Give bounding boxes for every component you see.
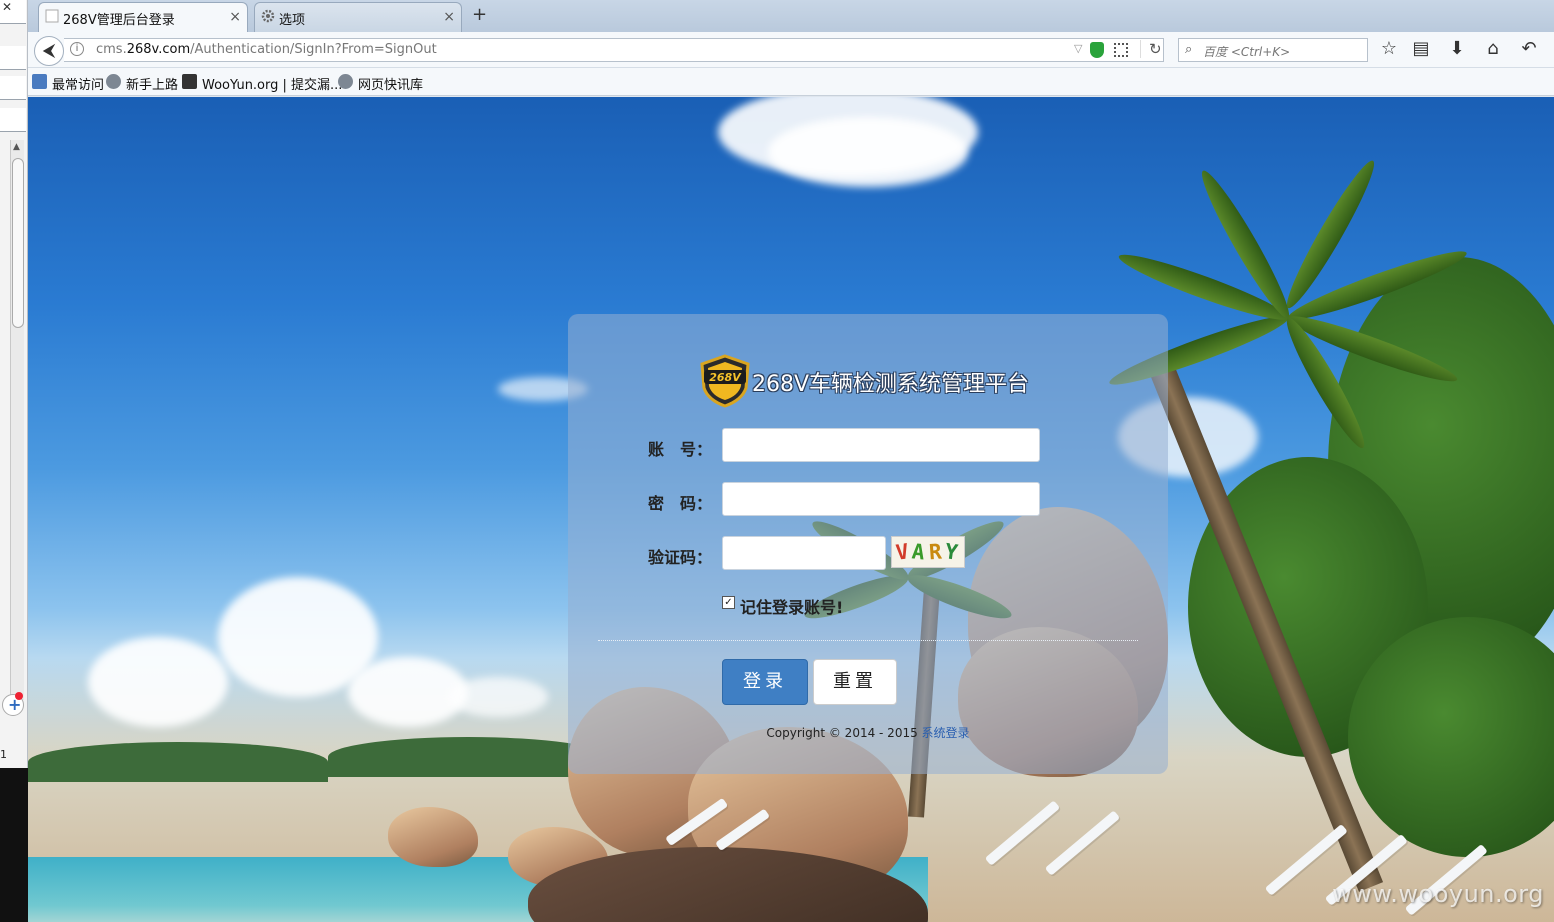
shield-icon[interactable] [1090,42,1104,58]
captcha-input[interactable] [722,536,886,570]
reading-list-icon[interactable]: ▤ [1410,38,1432,59]
cloud [448,677,548,717]
bookmarks-toolbar: 最常访问 新手上路 WooYun.org | 提交漏... 网页快讯库 [28,68,1554,96]
scrollbar-thumb[interactable] [12,158,24,328]
url-text[interactable]: cms.268v.com/Authentication/SignIn?From=… [96,42,437,57]
info-icon[interactable]: i [70,42,84,56]
close-icon: ✕ [2,0,13,14]
copyright: Copyright © 2014 - 2015 系统登录 [568,724,1168,741]
remember-label: 记住登录账号! [740,598,844,617]
back-button[interactable]: ⮜ [34,36,64,66]
tab-login[interactable]: 268V管理后台登录 × [38,2,248,32]
scroll-up-icon[interactable]: ▲ [13,142,20,152]
captcha-label: 验证码： [648,548,713,567]
reset-button[interactable]: 重置 [813,659,897,705]
captcha-char: V [894,539,911,565]
boulder [388,807,478,867]
star-icon[interactable]: ☆ [1378,38,1400,59]
268v-logo-icon: 268V [700,354,750,408]
account-input[interactable] [722,428,1040,462]
tab-bar: 268V管理后台登录 × 选项 × + [28,0,1554,32]
password-label: 密 码： [648,494,713,513]
cloud [88,637,228,727]
account-label: 账 号： [648,440,713,459]
download-icon[interactable]: ⬇ [1446,38,1468,59]
notification-dot [15,692,23,700]
dropdown-icon[interactable]: ▽ [1074,42,1082,55]
wooyun-icon [182,74,197,89]
captcha-image[interactable]: V A R Y [891,536,965,568]
gear-icon [261,9,275,23]
globe-icon [338,74,353,89]
login-panel: 268V 268V车辆检测系统管理平台 账 号： 密 码： 验证码： V A R… [568,314,1168,774]
bookmark-most-visited[interactable]: 最常访问 [32,74,104,93]
bookmark-folder-icon [32,74,47,89]
navigation-bar: ⮜ i cms.268v.com/Authentication/SignIn?F… [28,32,1554,68]
remember-checkbox[interactable]: ✓ [722,596,735,609]
bookmark-wooyun[interactable]: WooYun.org | 提交漏... [182,74,342,93]
line-number: 1 [0,748,7,761]
back-arrow-icon: ⮜ [42,40,56,61]
search-bar[interactable]: ⌕ 百度 <Ctrl+K> [1178,38,1368,62]
captcha-char: R [928,539,943,565]
search-icon: ⌕ [1185,42,1193,57]
close-tab-icon[interactable]: × [229,9,241,25]
login-button[interactable]: 登录 [722,659,808,705]
background-window-row [0,108,26,132]
captcha-char: Y [943,539,960,565]
qr-code-icon[interactable] [1114,43,1128,57]
captcha-char: A [910,539,926,565]
password-input[interactable] [722,482,1040,516]
page-title: 268V车辆检测系统管理平台 [752,372,1030,397]
background-window-header: ✕ [0,0,26,24]
divider [598,640,1138,641]
home-icon[interactable]: ⌂ [1482,38,1504,59]
copyright-link[interactable]: 系统登录 [922,726,970,740]
brand-header: 268V 268V车辆检测系统管理平台 [698,352,1058,408]
tab-label: 268V管理后台登录 [63,13,175,28]
bookmark-getting-started[interactable]: 新手上路 [106,74,178,93]
bookmark-web-slices[interactable]: 网页快讯库 [338,74,423,93]
page-viewport: 268V 268V车辆检测系统管理平台 账 号： 密 码： 验证码： V A R… [28,97,1554,922]
reload-icon[interactable]: ↻ [1140,40,1162,58]
undo-icon[interactable]: ↶ [1518,38,1540,59]
tab-label: 选项 [279,13,306,28]
dark-panel [0,768,28,922]
background-window-strip: ✕ ▲ 1 [0,0,28,922]
scrollbar[interactable]: ▲ [10,140,24,700]
watermark: www.wooyun.org [1332,880,1544,908]
logo-text: 268V [709,371,742,384]
cloud [768,117,968,187]
beach-chair [984,800,1061,866]
search-placeholder: 百度 <Ctrl+K> [1203,45,1291,59]
copyright-text: Copyright © 2014 - 2015 [766,726,922,740]
close-tab-icon[interactable]: × [443,9,455,25]
island [28,742,328,782]
background-window-row [0,76,26,100]
address-bar[interactable]: i cms.268v.com/Authentication/SignIn?Fro… [64,38,1164,62]
background-window-row [0,46,26,70]
island [328,737,608,777]
page-favicon-icon [45,9,59,23]
tab-options[interactable]: 选项 × [254,2,462,32]
globe-icon [106,74,121,89]
beach-chair [1044,810,1121,876]
new-tab-button[interactable]: + [472,4,487,25]
